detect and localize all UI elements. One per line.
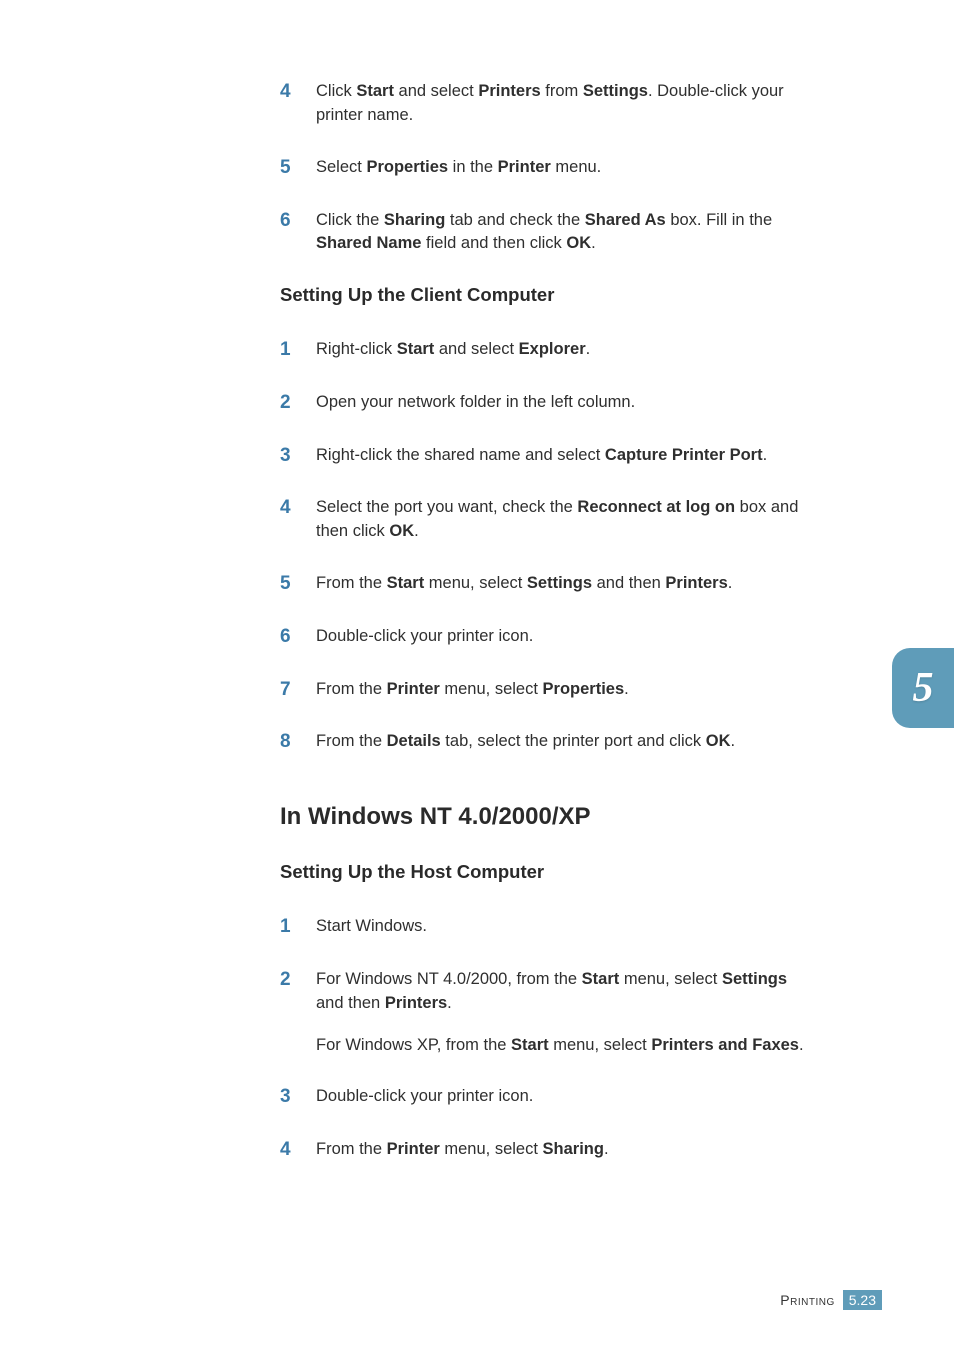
- step-number: 2: [280, 968, 316, 993]
- step-item: 6Double-click your printer icon.: [280, 625, 804, 650]
- subheading-host-nt: Setting Up the Host Computer: [280, 861, 804, 883]
- step-text: Select Properties in the Printer menu.: [316, 156, 601, 180]
- step-text: Click Start and select Printers from Set…: [316, 80, 804, 128]
- page-content: 4Click Start and select Printers from Se…: [0, 0, 954, 1163]
- step-number: 5: [280, 572, 316, 597]
- step-number: 3: [280, 444, 316, 469]
- step-item: 5From the Start menu, select Settings an…: [280, 572, 804, 597]
- step-text: For Windows NT 4.0/2000, from the Start …: [316, 968, 804, 1058]
- page-footer: Printing 5.23: [780, 1290, 882, 1310]
- section-heading-nt2000xp: In Windows NT 4.0/2000/XP: [280, 803, 804, 831]
- chapter-number: 5: [913, 664, 934, 712]
- step-number: 2: [280, 391, 316, 416]
- step-item: 3Right-click the shared name and select …: [280, 444, 804, 469]
- step-number: 3: [280, 1085, 316, 1110]
- step-text: Start Windows.: [316, 915, 427, 939]
- step-text: From the Printer menu, select Sharing.: [316, 1138, 609, 1162]
- step-item: 2Open your network folder in the left co…: [280, 391, 804, 416]
- step-item: 8From the Details tab, select the printe…: [280, 730, 804, 755]
- step-number: 4: [280, 496, 316, 521]
- step-item: 1Start Windows.: [280, 915, 804, 940]
- step-text: Open your network folder in the left col…: [316, 391, 635, 415]
- step-text: Select the port you want, check the Reco…: [316, 496, 804, 544]
- step-item: 4From the Printer menu, select Sharing.: [280, 1138, 804, 1163]
- step-text: From the Details tab, select the printer…: [316, 730, 735, 754]
- step-item: 5Select Properties in the Printer menu.: [280, 156, 804, 181]
- chapter-tab: 5: [892, 648, 954, 728]
- step-number: 1: [280, 338, 316, 363]
- subheading-client: Setting Up the Client Computer: [280, 284, 804, 306]
- step-text: Right-click the shared name and select C…: [316, 444, 767, 468]
- step-text: Click the Sharing tab and check the Shar…: [316, 209, 804, 257]
- step-number: 1: [280, 915, 316, 940]
- step-text: Double-click your printer icon.: [316, 1085, 533, 1109]
- step-number: 8: [280, 730, 316, 755]
- step-list-client: 1Right-click Start and select Explorer. 2…: [280, 338, 804, 755]
- step-item: 2For Windows NT 4.0/2000, from the Start…: [280, 968, 804, 1058]
- step-number: 4: [280, 1138, 316, 1163]
- step-list-host-win9x-cont: 4Click Start and select Printers from Se…: [280, 80, 804, 256]
- step-item: 6Click the Sharing tab and check the Sha…: [280, 209, 804, 257]
- step-text: From the Printer menu, select Properties…: [316, 678, 629, 702]
- step-number: 5: [280, 156, 316, 181]
- step-list-host-nt: 1Start Windows. 2For Windows NT 4.0/2000,…: [280, 915, 804, 1163]
- step-number: 6: [280, 625, 316, 650]
- step-text: Right-click Start and select Explorer.: [316, 338, 590, 362]
- step-item: 1Right-click Start and select Explorer.: [280, 338, 804, 363]
- step-text: From the Start menu, select Settings and…: [316, 572, 732, 596]
- step-item: 3Double-click your printer icon.: [280, 1085, 804, 1110]
- step-number: 7: [280, 678, 316, 703]
- step-item: 4Select the port you want, check the Rec…: [280, 496, 804, 544]
- step-number: 4: [280, 80, 316, 105]
- step-number: 6: [280, 209, 316, 234]
- footer-page-number: 5.23: [843, 1290, 882, 1310]
- footer-section-label: Printing: [780, 1292, 834, 1308]
- step-item: 4Click Start and select Printers from Se…: [280, 80, 804, 128]
- step-item: 7From the Printer menu, select Propertie…: [280, 678, 804, 703]
- step-text: Double-click your printer icon.: [316, 625, 533, 649]
